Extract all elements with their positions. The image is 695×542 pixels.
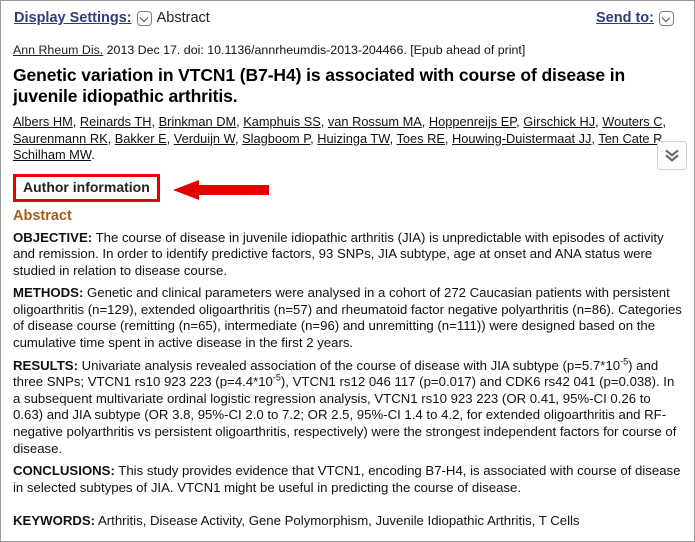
- author-link[interactable]: Schilham MW: [13, 147, 91, 162]
- author-separator: ,: [320, 114, 328, 129]
- section-text-results-part1: Univariate analysis revealed association…: [77, 357, 621, 373]
- section-label-results: RESULTS:: [13, 357, 78, 373]
- section-label-objective: OBJECTIVE:: [13, 229, 93, 245]
- abstract-heading: Abstract: [13, 207, 72, 224]
- author-link[interactable]: Toes RE: [397, 131, 445, 146]
- keywords-label: KEYWORDS:: [13, 513, 96, 529]
- author-separator: ,: [166, 130, 174, 146]
- abstract-section-methods: METHODS: Genetic and clinical parameters…: [13, 285, 682, 351]
- section-text-methods: Genetic and clinical parameters were ana…: [13, 285, 682, 351]
- display-settings-group: Display Settings: Abstract: [14, 10, 210, 26]
- author-information-row: Author information: [13, 173, 682, 204]
- display-settings-link[interactable]: Display Settings:: [14, 10, 132, 26]
- superscript-exponent-1: -5: [620, 356, 629, 367]
- abstract-section-results: RESULTS: Univariate analysis revealed as…: [13, 356, 682, 458]
- display-mode-label: Abstract: [156, 10, 210, 26]
- double-chevron-down-icon: [665, 148, 679, 162]
- author-list: Albers HM, Reinards TH, Brinkman DM, Kam…: [13, 114, 682, 164]
- author-separator: ,: [444, 130, 452, 146]
- author-link[interactable]: Houwing-Duistermaat JJ: [452, 131, 591, 146]
- expand-details-button[interactable]: [657, 141, 687, 170]
- send-to-link[interactable]: Send to:: [596, 10, 654, 26]
- author-link[interactable]: Hoppenreijs EP: [429, 114, 516, 129]
- author-link[interactable]: Wouters C: [602, 114, 662, 129]
- author-link[interactable]: Ten Cate R: [598, 131, 662, 146]
- author-link[interactable]: Kamphuis SS: [243, 114, 321, 129]
- citation-details: 2013 Dec 17. doi: 10.1136/annrheumdis-20…: [103, 43, 526, 57]
- author-separator: ,: [662, 114, 667, 129]
- author-link[interactable]: Girschick HJ: [523, 114, 595, 129]
- author-link[interactable]: Huizinga TW: [317, 131, 389, 146]
- author-separator: .: [91, 147, 95, 162]
- superscript-exponent-2: -5: [272, 372, 281, 383]
- author-link[interactable]: Reinards TH: [80, 114, 152, 129]
- author-separator: ,: [72, 114, 80, 129]
- author-separator: ,: [107, 130, 115, 146]
- section-label-conclusions: CONCLUSIONS:: [13, 463, 115, 479]
- journal-link[interactable]: Ann Rheum Dis.: [13, 43, 103, 57]
- author-link[interactable]: Albers HM: [13, 114, 73, 129]
- author-link[interactable]: Bakker E: [115, 131, 167, 146]
- chevron-down-icon[interactable]: [659, 10, 674, 26]
- section-text-objective: The course of disease in juvenile idiopa…: [13, 229, 664, 278]
- author-link[interactable]: van Rossum MA: [328, 114, 422, 129]
- section-label-methods: METHODS:: [13, 285, 84, 301]
- pubmed-abstract-page: Display Settings: Abstract Send to: Ann …: [0, 0, 695, 542]
- keywords-line: KEYWORDS: Arthritis, Disease Activity, G…: [13, 513, 682, 530]
- chevron-down-icon[interactable]: [136, 10, 152, 26]
- author-information-toggle[interactable]: Author information: [13, 173, 160, 202]
- send-to-group: Send to:: [596, 10, 679, 26]
- abstract-section-conclusions: CONCLUSIONS: This study provides evidenc…: [13, 463, 682, 496]
- author-link[interactable]: Saurenmann RK: [13, 131, 108, 146]
- article-title: Genetic variation in VTCN1 (B7-H4) is as…: [13, 65, 626, 106]
- author-separator: ,: [151, 114, 159, 129]
- author-link[interactable]: Slagboom P: [242, 131, 310, 146]
- keywords-values: Arthritis, Disease Activity, Gene Polymo…: [95, 513, 580, 529]
- author-separator: ,: [389, 130, 397, 146]
- author-link[interactable]: Verduijn W: [174, 131, 235, 146]
- author-link[interactable]: Brinkman DM: [159, 114, 237, 129]
- abstract-section-objective: OBJECTIVE: The course of disease in juve…: [13, 230, 682, 280]
- red-annotation-arrow: [173, 179, 269, 200]
- author-separator: ,: [421, 114, 429, 129]
- citation-line: Ann Rheum Dis. 2013 Dec 17. doi: 10.1136…: [13, 43, 682, 58]
- page-toolbar: Display Settings: Abstract Send to:: [13, 7, 682, 29]
